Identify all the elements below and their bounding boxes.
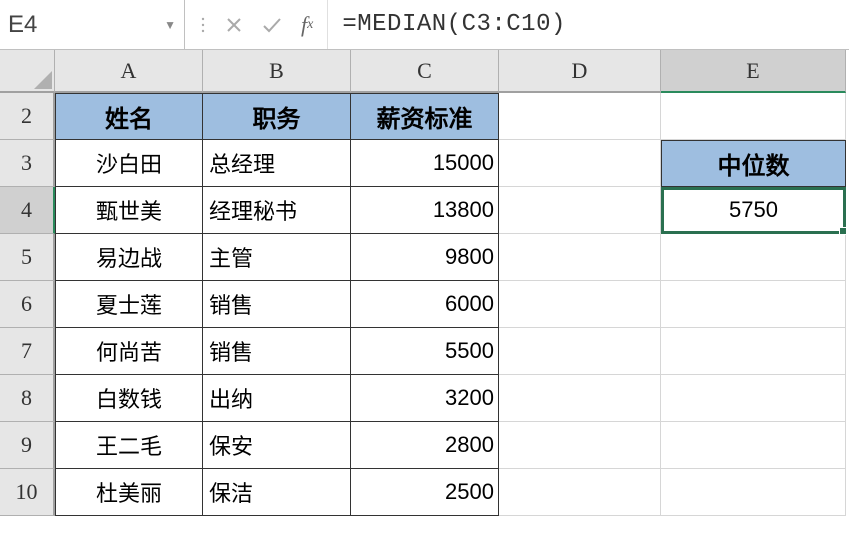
col-header-B[interactable]: B [203,50,351,93]
grid-row: 王二毛 保安 2800 [55,422,846,469]
cell-C9[interactable]: 2800 [351,422,499,469]
cell-C7[interactable]: 5500 [351,328,499,375]
row-headers: 2 3 4 5 6 7 8 9 10 [0,93,55,516]
cell-C2[interactable]: 薪资标准 [351,93,499,140]
cell-E6[interactable] [661,281,846,328]
fx-icon[interactable]: fx [301,12,313,38]
cell-D6[interactable] [499,281,661,328]
cell-E10[interactable] [661,469,846,516]
cell-A4[interactable]: 甄世美 [55,187,203,234]
col-header-D[interactable]: D [499,50,661,93]
row-header-8[interactable]: 8 [0,375,55,422]
row-header-3[interactable]: 3 [0,140,55,187]
cell-E2[interactable] [661,93,846,140]
cell-D4[interactable] [499,187,661,234]
dots-icon[interactable] [199,16,207,34]
formula-buttons: fx [185,0,328,49]
cell-E8[interactable] [661,375,846,422]
cell-C6[interactable]: 6000 [351,281,499,328]
grid-row: 易边战 主管 9800 [55,234,846,281]
row-header-2[interactable]: 2 [0,93,55,140]
cell-D7[interactable] [499,328,661,375]
cell-A10[interactable]: 杜美丽 [55,469,203,516]
cell-D3[interactable] [499,140,661,187]
cell-A3[interactable]: 沙白田 [55,140,203,187]
cell-B9[interactable]: 保安 [203,422,351,469]
name-box-dropdown-icon[interactable]: ▼ [164,18,176,32]
cell-E3[interactable]: 中位数 [661,140,846,187]
cell-E4[interactable]: 5750 [661,187,846,234]
cell-C4[interactable]: 13800 [351,187,499,234]
grid-row: 杜美丽 保洁 2500 [55,469,846,516]
grid-column: A B C D E 姓名 职务 薪资标准 沙白田 总经理 15000 中位数 [55,50,846,551]
grid-row: 夏士莲 销售 6000 [55,281,846,328]
grid-row: 沙白田 总经理 15000 中位数 [55,140,846,187]
corner-triangle-icon [34,71,52,89]
cell-C8[interactable]: 3200 [351,375,499,422]
cell-A9[interactable]: 王二毛 [55,422,203,469]
cell-A8[interactable]: 白数钱 [55,375,203,422]
cell-D5[interactable] [499,234,661,281]
cell-C10[interactable]: 2500 [351,469,499,516]
row-header-9[interactable]: 9 [0,422,55,469]
cell-B2[interactable]: 职务 [203,93,351,140]
row-header-5[interactable]: 5 [0,234,55,281]
cell-A5[interactable]: 易边战 [55,234,203,281]
cell-B10[interactable]: 保洁 [203,469,351,516]
cell-E7[interactable] [661,328,846,375]
cell-B7[interactable]: 销售 [203,328,351,375]
row-header-6[interactable]: 6 [0,281,55,328]
cell-A7[interactable]: 何尚苦 [55,328,203,375]
name-box-value: E4 [8,11,37,39]
cell-B8[interactable]: 出纳 [203,375,351,422]
cell-E5[interactable] [661,234,846,281]
sheet-area: 2 3 4 5 6 7 8 9 10 A B C D E 姓名 职务 薪资标准 [0,50,849,551]
cell-D2[interactable] [499,93,661,140]
cell-B6[interactable]: 销售 [203,281,351,328]
cell-C5[interactable]: 9800 [351,234,499,281]
cell-A2[interactable]: 姓名 [55,93,203,140]
row-header-4[interactable]: 4 [0,187,55,234]
row-header-7[interactable]: 7 [0,328,55,375]
col-header-A[interactable]: A [55,50,203,93]
name-box[interactable]: E4 ▼ [0,0,185,49]
col-header-E[interactable]: E [661,50,846,93]
cell-B4[interactable]: 经理秘书 [203,187,351,234]
row-header-10[interactable]: 10 [0,469,55,516]
cancel-icon[interactable] [225,16,243,34]
cell-C3[interactable]: 15000 [351,140,499,187]
col-headers: A B C D E [55,50,846,93]
confirm-icon[interactable] [261,16,283,34]
formula-input[interactable]: =MEDIAN(C3:C10) [328,11,849,38]
select-all-corner[interactable] [0,50,55,93]
grid-row: 姓名 职务 薪资标准 [55,93,846,140]
cell-B5[interactable]: 主管 [203,234,351,281]
grid-row: 白数钱 出纳 3200 [55,375,846,422]
col-header-C[interactable]: C [351,50,499,93]
cell-D9[interactable] [499,422,661,469]
cell-A6[interactable]: 夏士莲 [55,281,203,328]
formula-bar: E4 ▼ fx =MEDIAN(C3:C10) [0,0,849,50]
cell-D10[interactable] [499,469,661,516]
cell-B3[interactable]: 总经理 [203,140,351,187]
left-column: 2 3 4 5 6 7 8 9 10 [0,50,55,551]
cell-grid: 姓名 职务 薪资标准 沙白田 总经理 15000 中位数 甄世美 经理秘书 13… [55,93,846,516]
grid-row: 何尚苦 销售 5500 [55,328,846,375]
cell-E9[interactable] [661,422,846,469]
grid-row: 甄世美 经理秘书 13800 5750 [55,187,846,234]
cell-D8[interactable] [499,375,661,422]
